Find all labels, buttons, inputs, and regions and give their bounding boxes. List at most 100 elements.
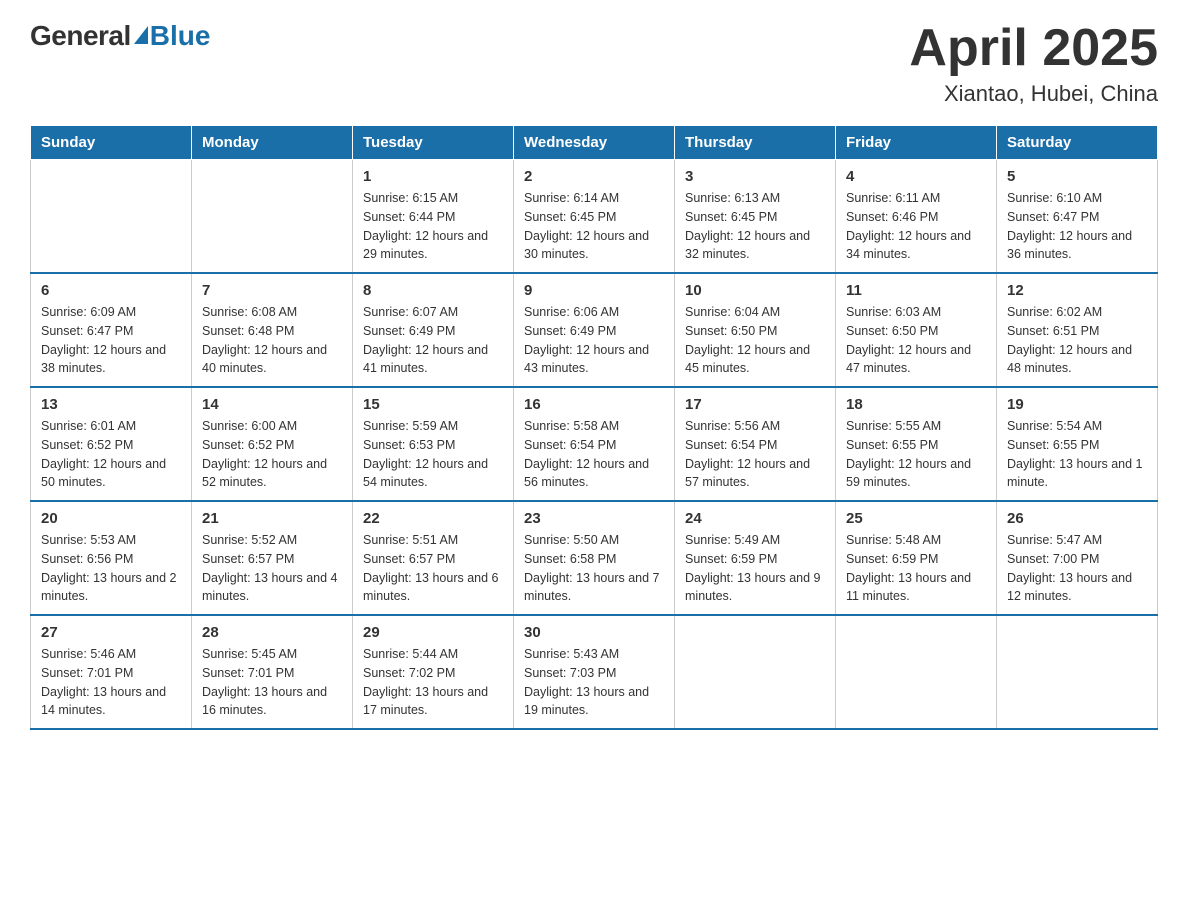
calendar-day-cell: 18Sunrise: 5:55 AMSunset: 6:55 PMDayligh… [836, 387, 997, 501]
day-number: 22 [363, 510, 503, 527]
day-number: 28 [202, 624, 342, 641]
page-subtitle: Xiantao, Hubei, China [909, 81, 1158, 107]
calendar-day-cell: 10Sunrise: 6:04 AMSunset: 6:50 PMDayligh… [675, 273, 836, 387]
sun-info: Sunrise: 5:50 AMSunset: 6:58 PMDaylight:… [524, 531, 664, 606]
calendar-day-cell: 1 Sunrise: 6:15 AMSunset: 6:44 PMDaylight… [353, 160, 514, 274]
calendar-header: SundayMondayTuesdayWednesdayThursdayFrid… [31, 126, 1158, 160]
calendar-day-cell: 23 Sunrise: 5:50 AMSunset: 6:58 PMDayligh… [514, 501, 675, 615]
day-number: 16 [524, 396, 664, 413]
calendar-day-cell: 28 Sunrise: 5:45 AMSunset: 7:01 PMDayligh… [192, 615, 353, 729]
sun-info: Sunrise: 5:49 AMSunset: 6:59 PMDaylight:… [685, 531, 825, 606]
calendar-day-cell: 20 Sunrise: 5:53 AMSunset: 6:56 PMDayligh… [31, 501, 192, 615]
calendar-day-cell: 22Sunrise: 5:51 AMSunset: 6:57 PMDayligh… [353, 501, 514, 615]
calendar-day-cell [675, 615, 836, 729]
calendar-day-cell: 11 Sunrise: 6:03 AMSunset: 6:50 PMDayligh… [836, 273, 997, 387]
title-block: April 2025 Xiantao, Hubei, China [909, 20, 1158, 107]
sun-info: Sunrise: 5:48 AMSunset: 6:59 PMDaylight:… [846, 531, 986, 606]
calendar-day-cell [836, 615, 997, 729]
day-number: 24 [685, 510, 825, 527]
day-number: 21 [202, 510, 342, 527]
calendar-week-row: 13Sunrise: 6:01 AMSunset: 6:52 PMDayligh… [31, 387, 1158, 501]
calendar-day-cell: 9 Sunrise: 6:06 AMSunset: 6:49 PMDaylight… [514, 273, 675, 387]
calendar-day-cell: 4 Sunrise: 6:11 AMSunset: 6:46 PMDaylight… [836, 160, 997, 274]
page-title: April 2025 [909, 20, 1158, 77]
sun-info: Sunrise: 5:58 AMSunset: 6:54 PMDaylight:… [524, 417, 664, 492]
sun-info: Sunrise: 5:44 AMSunset: 7:02 PMDaylight:… [363, 645, 503, 720]
calendar-week-row: 27 Sunrise: 5:46 AMSunset: 7:01 PMDayligh… [31, 615, 1158, 729]
day-number: 15 [363, 396, 503, 413]
sun-info: Sunrise: 6:02 AMSunset: 6:51 PMDaylight:… [1007, 303, 1147, 378]
calendar-day-cell: 30Sunrise: 5:43 AMSunset: 7:03 PMDayligh… [514, 615, 675, 729]
sun-info: Sunrise: 6:14 AMSunset: 6:45 PMDaylight:… [524, 189, 664, 264]
sun-info: Sunrise: 5:52 AMSunset: 6:57 PMDaylight:… [202, 531, 342, 606]
sun-info: Sunrise: 5:55 AMSunset: 6:55 PMDaylight:… [846, 417, 986, 492]
calendar-week-row: 1 Sunrise: 6:15 AMSunset: 6:44 PMDaylight… [31, 160, 1158, 274]
weekday-header-saturday: Saturday [997, 126, 1158, 160]
sun-info: Sunrise: 6:06 AMSunset: 6:49 PMDaylight:… [524, 303, 664, 378]
sun-info: Sunrise: 5:54 AMSunset: 6:55 PMDaylight:… [1007, 417, 1147, 492]
sun-info: Sunrise: 5:59 AMSunset: 6:53 PMDaylight:… [363, 417, 503, 492]
sun-info: Sunrise: 6:09 AMSunset: 6:47 PMDaylight:… [41, 303, 181, 378]
calendar-week-row: 6 Sunrise: 6:09 AMSunset: 6:47 PMDaylight… [31, 273, 1158, 387]
weekday-header-thursday: Thursday [675, 126, 836, 160]
sun-info: Sunrise: 6:03 AMSunset: 6:50 PMDaylight:… [846, 303, 986, 378]
calendar-day-cell: 3 Sunrise: 6:13 AMSunset: 6:45 PMDaylight… [675, 160, 836, 274]
logo-triangle-icon [134, 26, 148, 44]
day-number: 5 [1007, 168, 1147, 185]
logo-general-text: General [30, 20, 131, 52]
sun-info: Sunrise: 5:45 AMSunset: 7:01 PMDaylight:… [202, 645, 342, 720]
day-number: 9 [524, 282, 664, 299]
weekday-header-row: SundayMondayTuesdayWednesdayThursdayFrid… [31, 126, 1158, 160]
calendar-body: 1 Sunrise: 6:15 AMSunset: 6:44 PMDaylight… [31, 160, 1158, 730]
day-number: 1 [363, 168, 503, 185]
weekday-header-tuesday: Tuesday [353, 126, 514, 160]
sun-info: Sunrise: 5:56 AMSunset: 6:54 PMDaylight:… [685, 417, 825, 492]
day-number: 26 [1007, 510, 1147, 527]
calendar-table: SundayMondayTuesdayWednesdayThursdayFrid… [30, 125, 1158, 730]
calendar-week-row: 20 Sunrise: 5:53 AMSunset: 6:56 PMDayligh… [31, 501, 1158, 615]
sun-info: Sunrise: 6:13 AMSunset: 6:45 PMDaylight:… [685, 189, 825, 264]
day-number: 4 [846, 168, 986, 185]
day-number: 27 [41, 624, 181, 641]
sun-info: Sunrise: 6:04 AMSunset: 6:50 PMDaylight:… [685, 303, 825, 378]
sun-info: Sunrise: 5:43 AMSunset: 7:03 PMDaylight:… [524, 645, 664, 720]
day-number: 23 [524, 510, 664, 527]
weekday-header-sunday: Sunday [31, 126, 192, 160]
day-number: 20 [41, 510, 181, 527]
day-number: 3 [685, 168, 825, 185]
day-number: 14 [202, 396, 342, 413]
day-number: 19 [1007, 396, 1147, 413]
calendar-day-cell [997, 615, 1158, 729]
sun-info: Sunrise: 6:15 AMSunset: 6:44 PMDaylight:… [363, 189, 503, 264]
weekday-header-wednesday: Wednesday [514, 126, 675, 160]
calendar-day-cell: 8 Sunrise: 6:07 AMSunset: 6:49 PMDaylight… [353, 273, 514, 387]
day-number: 11 [846, 282, 986, 299]
sun-info: Sunrise: 5:46 AMSunset: 7:01 PMDaylight:… [41, 645, 181, 720]
day-number: 7 [202, 282, 342, 299]
calendar-day-cell: 16 Sunrise: 5:58 AMSunset: 6:54 PMDayligh… [514, 387, 675, 501]
sun-info: Sunrise: 6:11 AMSunset: 6:46 PMDaylight:… [846, 189, 986, 264]
header: General Blue April 2025 Xiantao, Hubei, … [30, 20, 1158, 107]
sun-info: Sunrise: 6:07 AMSunset: 6:49 PMDaylight:… [363, 303, 503, 378]
calendar-day-cell [31, 160, 192, 274]
calendar-day-cell: 13Sunrise: 6:01 AMSunset: 6:52 PMDayligh… [31, 387, 192, 501]
calendar-day-cell: 27 Sunrise: 5:46 AMSunset: 7:01 PMDayligh… [31, 615, 192, 729]
calendar-day-cell: 15 Sunrise: 5:59 AMSunset: 6:53 PMDayligh… [353, 387, 514, 501]
day-number: 6 [41, 282, 181, 299]
day-number: 2 [524, 168, 664, 185]
day-number: 8 [363, 282, 503, 299]
calendar-day-cell: 21 Sunrise: 5:52 AMSunset: 6:57 PMDayligh… [192, 501, 353, 615]
calendar-day-cell: 5 Sunrise: 6:10 AMSunset: 6:47 PMDaylight… [997, 160, 1158, 274]
day-number: 29 [363, 624, 503, 641]
calendar-day-cell: 6 Sunrise: 6:09 AMSunset: 6:47 PMDaylight… [31, 273, 192, 387]
sun-info: Sunrise: 5:47 AMSunset: 7:00 PMDaylight:… [1007, 531, 1147, 606]
calendar-day-cell: 19 Sunrise: 5:54 AMSunset: 6:55 PMDayligh… [997, 387, 1158, 501]
weekday-header-friday: Friday [836, 126, 997, 160]
day-number: 17 [685, 396, 825, 413]
logo-blue-text: Blue [150, 20, 211, 52]
calendar-day-cell: 14 Sunrise: 6:00 AMSunset: 6:52 PMDayligh… [192, 387, 353, 501]
sun-info: Sunrise: 6:10 AMSunset: 6:47 PMDaylight:… [1007, 189, 1147, 264]
calendar-day-cell: 2 Sunrise: 6:14 AMSunset: 6:45 PMDaylight… [514, 160, 675, 274]
sun-info: Sunrise: 5:53 AMSunset: 6:56 PMDaylight:… [41, 531, 181, 606]
sun-info: Sunrise: 6:00 AMSunset: 6:52 PMDaylight:… [202, 417, 342, 492]
